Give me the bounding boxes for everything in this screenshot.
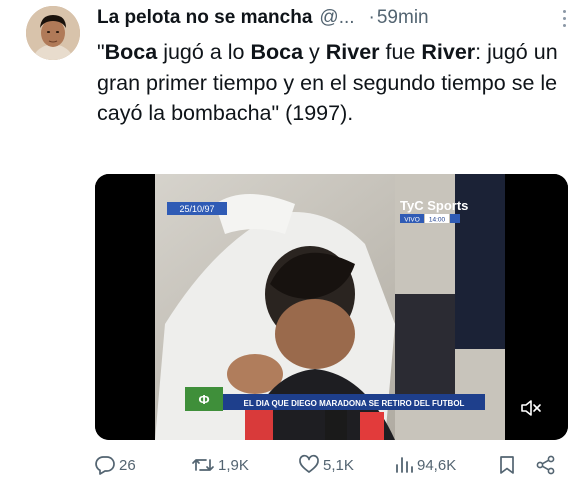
tweet-text-segment: "	[97, 40, 105, 64]
avatar-photo	[26, 6, 80, 60]
share-button[interactable]	[535, 454, 557, 476]
separator-dot: ·	[368, 7, 375, 28]
reply-button[interactable]: 26	[94, 454, 136, 476]
video-chyron: EL DIA QUE DIEGO MARADONA SE RETIRO DEL …	[244, 399, 465, 408]
bookmark-icon	[500, 456, 514, 474]
reply-count: 26	[119, 456, 136, 474]
tweet-header: La pelota no se mancha @... · 59min	[97, 6, 567, 30]
tweet-text-bold-segment: River	[421, 40, 476, 64]
video-frame: 25/10/97 TyC Sports VIVO 14:00 Ф EL DIA …	[95, 174, 568, 440]
tweet-text-segment: jugó a lo	[157, 40, 251, 64]
author-avatar[interactable]	[26, 6, 80, 60]
tweet-text-bold-segment: Boca	[104, 40, 158, 64]
tweet-text-segment: y	[303, 40, 326, 64]
tweet-text-segment: fue	[379, 40, 422, 64]
like-count: 5,1K	[323, 456, 354, 474]
video-player[interactable]: 25/10/97 TyC Sports VIVO 14:00 Ф EL DIA …	[95, 174, 568, 440]
channel-logo: TyC Sports	[400, 198, 468, 213]
view-count: 94,6K	[417, 456, 457, 474]
clock-label: 14:00	[429, 217, 446, 224]
tweet-text: "Boca jugó a lo Boca y River fue River: …	[97, 37, 567, 129]
repost-count: 1,9K	[218, 456, 249, 474]
bookmark-button[interactable]	[497, 454, 517, 476]
like-button[interactable]: 5,1K	[298, 454, 354, 476]
analytics-icon	[396, 457, 413, 473]
views-button[interactable]: 94,6K	[394, 454, 456, 476]
tweet-actions: 26 1,9K 5,1K 94,6K	[94, 454, 564, 478]
svg-text:Ф: Ф	[198, 392, 209, 407]
live-label: VIVO	[404, 217, 420, 224]
author-handle[interactable]: @...	[319, 7, 354, 29]
reply-icon	[95, 456, 115, 475]
tweet-timestamp[interactable]: 59min	[377, 7, 429, 29]
share-icon	[536, 455, 555, 475]
repost-button[interactable]: 1,9K	[191, 454, 249, 476]
repost-icon	[192, 459, 214, 471]
speaker-muted-icon[interactable]	[520, 398, 542, 418]
date-bug: 25/10/97	[179, 204, 214, 214]
author-name[interactable]: La pelota no se mancha	[97, 7, 312, 29]
tweet-text-bold-segment: River	[325, 40, 380, 64]
heart-icon	[299, 454, 319, 473]
tweet-text-bold-segment: Boca	[250, 40, 304, 64]
more-options-icon[interactable]	[561, 8, 567, 28]
